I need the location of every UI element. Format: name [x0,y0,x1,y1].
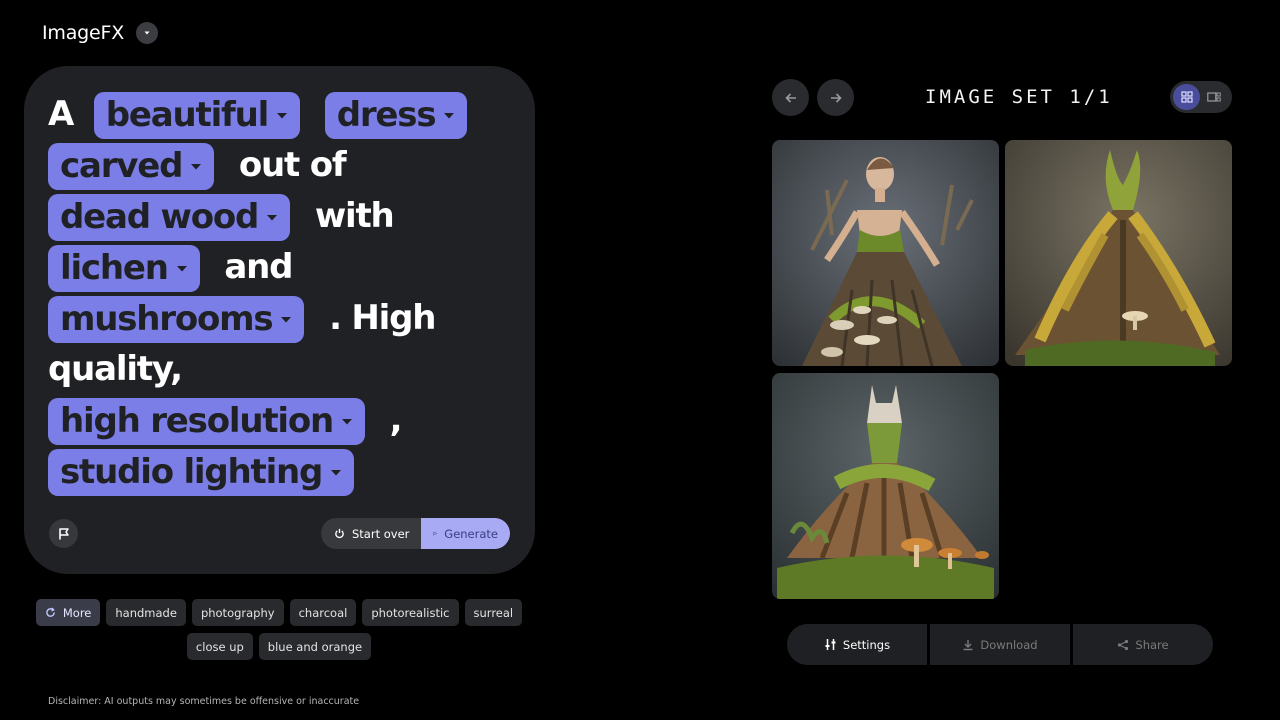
next-button[interactable] [817,79,854,116]
report-button[interactable] [49,519,78,548]
download-icon [963,639,973,650]
suggestion-row: close up blue and orange [0,633,558,660]
settings-label: Settings [842,637,891,652]
refresh-icon [46,607,55,617]
caret-down-icon [277,112,288,118]
caret-down-icon [342,418,352,424]
flag-icon [58,527,69,539]
arrow-left-icon [784,92,796,103]
grid-view-button[interactable] [1173,84,1200,110]
caret-down-icon [176,265,187,271]
generated-image[interactable] [1005,140,1232,366]
app-header: ImageFX [42,22,159,44]
prompt-chip[interactable]: lichen [48,245,200,292]
prompt-text-segment: with [314,196,395,236]
sliders-icon [825,639,836,650]
image-actions-bar: Settings Download Share [787,624,1213,665]
app-menu-button[interactable] [136,22,159,44]
prompt-chip[interactable]: beautiful [93,92,301,139]
prompt-actions: Start over Generate [321,518,510,549]
suggestion-chips: More handmade photography charcoal photo… [0,599,558,667]
prompt-chip[interactable]: dead wood [48,194,291,241]
prompt-chip-label: lichen [60,248,169,288]
arrow-right-icon [830,92,842,103]
settings-button[interactable]: Settings [787,624,927,665]
generate-button[interactable]: Generate [421,518,510,549]
prompt-chip[interactable]: studio lighting [48,449,355,496]
prompt-chip-label: dead wood [60,197,259,237]
view-toggle [1170,81,1232,113]
disclaimer: Disclaimer: AI outputs may sometimes be … [48,696,360,707]
prompt-text-segment: out of [238,145,347,185]
caret-down-icon [331,469,342,475]
caret-down-icon [444,112,455,118]
start-over-button[interactable]: Start over [321,518,421,549]
prompt-editor[interactable]: A beautiful dress carved out of dead woo… [48,89,498,497]
prompt-card: A beautiful dress carved out of dead woo… [24,66,535,574]
prompt-chip[interactable]: carved [48,143,215,190]
suggestion-chip[interactable]: blue and orange [258,633,372,660]
suggestion-chip[interactable]: handmade [106,599,186,626]
caret-down-icon [267,214,278,220]
prompt-chip[interactable]: mushrooms [48,296,305,343]
suggestion-chip[interactable]: photography [191,599,284,626]
prompt-text-segment: , [389,400,403,440]
caret-down-icon [144,31,150,35]
suggestion-chip[interactable]: photorealistic [362,599,459,626]
grid-icon [1180,91,1193,103]
generated-image[interactable] [772,373,999,599]
prompt-chip-label: mushrooms [60,299,274,339]
prompt-chip[interactable]: dress [324,92,468,139]
prompt-text-segment: and [224,247,293,287]
image-set-title: IMAGE SET 1/1 [925,86,1113,108]
prompt-chip-label: beautiful [105,95,270,135]
prompt-chip-label: carved [60,146,183,186]
power-icon [335,528,344,539]
carousel-icon [1206,91,1221,102]
prompt-chip-label: dress [336,95,437,135]
prompt-chip[interactable]: high resolution [48,398,365,445]
download-button[interactable]: Download [930,624,1070,665]
generate-label: Generate [444,526,498,541]
caret-down-icon [281,316,292,322]
more-suggestions-button[interactable]: More [35,599,101,626]
prompt-text-segment: A [48,94,74,134]
start-over-label: Start over [352,526,410,541]
caret-down-icon [191,163,202,169]
prompt-chip-label: studio lighting [60,452,323,492]
suggestion-row: More handmade photography charcoal photo… [0,599,558,626]
app-title: ImageFX [42,22,125,44]
suggestion-chip[interactable]: close up [186,633,253,660]
prompt-chip-label: high resolution [60,401,334,441]
share-button[interactable]: Share [1073,624,1213,665]
generated-image[interactable] [772,140,999,366]
share-label: Share [1135,637,1169,652]
more-label: More [62,605,92,620]
share-icon [1118,639,1129,650]
download-label: Download [980,637,1038,652]
suggestion-chip[interactable]: charcoal [289,599,357,626]
previous-button[interactable] [772,79,809,116]
suggestion-chip[interactable]: surreal [464,599,523,626]
carousel-view-button[interactable] [1200,84,1227,110]
send-icon [433,531,438,536]
